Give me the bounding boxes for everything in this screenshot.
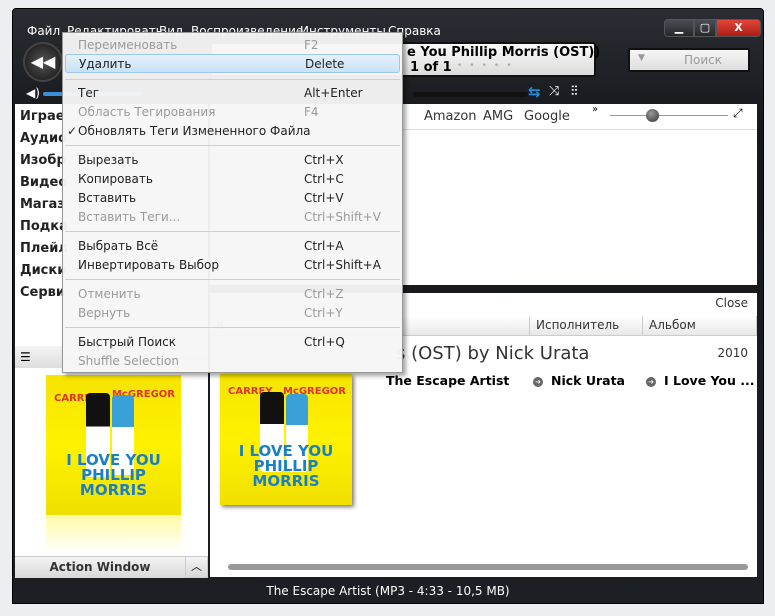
album-art-preview: CARREY McGREGOR I LOVE YOU PHILLIP MORRI… [46, 375, 181, 515]
menu-item-quick-search[interactable]: Быстрый Поиск Ctrl+Q [65, 333, 400, 352]
edit-menu-dropdown: Переименовать F2 Удалить Delete Тег Alt+Ent… [62, 32, 403, 373]
search-box[interactable]: ▼ Поиск [628, 48, 750, 72]
action-window-panel: ☰ CARREY McGREGOR I LOVE YOU PHILLIP MOR… [15, 346, 208, 578]
equalizer-icon[interactable]: ⫶⫶ [571, 84, 578, 99]
tree-item[interactable]: Серви [20, 285, 65, 300]
menu-item-tag-area[interactable]: Область Тегирования F4 [65, 103, 400, 122]
track-album-cell[interactable]: ➔ I Love You ... [646, 373, 755, 388]
tree-item[interactable]: Аудио [20, 131, 67, 146]
menu-separator [65, 145, 400, 146]
rewind-button[interactable]: ◀◀ [23, 42, 63, 82]
menu-item-rename[interactable]: Переименовать F2 [65, 36, 400, 55]
minimize-button[interactable]: ▁ [664, 19, 694, 37]
repeat-icon[interactable]: ⇆ [528, 83, 541, 101]
menu-item-tag[interactable]: Тег Alt+Enter [65, 84, 400, 103]
menu-item-undo[interactable]: Отменить Ctrl+Z [65, 285, 400, 304]
status-bar: The Escape Artist (MP3 - 4:33 - 10,5 MB) [266, 584, 510, 598]
group-title: s (OST) by Nick Urata [396, 343, 590, 364]
album-link-icon[interactable]: ➔ [646, 377, 656, 387]
tree-item[interactable]: Магаз [20, 197, 65, 212]
google-link[interactable]: Google [524, 109, 570, 124]
rating-dots[interactable]: ••••• [457, 61, 519, 71]
amazon-link[interactable]: Amazon [424, 109, 477, 124]
tree-item[interactable]: Плейл [20, 241, 68, 256]
track-artist-cell[interactable]: ➔ Nick Urata [533, 373, 625, 388]
menu-item-paste[interactable]: Вставить Ctrl+V [65, 189, 400, 208]
menu-separator [65, 231, 400, 232]
tree-item[interactable]: Играе [20, 109, 65, 124]
tree-item[interactable]: Видео [20, 175, 67, 190]
tree-item[interactable]: Диски [20, 263, 66, 278]
collapse-icon[interactable]: ︿ [185, 556, 208, 578]
album-art[interactable]: CARREY McGREGOR I LOVE YOU PHILLIP MORRI… [220, 374, 352, 505]
menu-separator [65, 79, 400, 80]
dropdown-icon[interactable]: ▼ [638, 53, 645, 63]
menu-file[interactable]: Файл [27, 24, 60, 38]
horizontal-scrollbar[interactable] [228, 564, 748, 570]
menu-item-copy[interactable]: Копировать Ctrl+C [65, 170, 400, 189]
search-input[interactable]: Поиск [684, 53, 722, 67]
menu-item-invert-selection[interactable]: Инвертировать Выбор Ctrl+Shift+A [65, 256, 400, 275]
menu-item-delete[interactable]: Удалить Delete [65, 54, 400, 73]
track-title: e You Phillip Morris (OST)) [407, 45, 601, 60]
slider-thumb[interactable] [646, 109, 659, 122]
checkmark-icon: ✓ [67, 124, 78, 138]
menu-item-shuffle-selection[interactable]: Shuffle Selection [65, 352, 400, 371]
action-window-button[interactable]: Action Window [15, 556, 185, 578]
menu-item-cut[interactable]: Вырезать Ctrl+X [65, 151, 400, 170]
playlist-position: 1 of 1 [410, 60, 452, 75]
menu-item-update-tags[interactable]: ✓ Обновлять Теги Измененного Файла [65, 122, 400, 141]
maximize-button[interactable]: ▢ [694, 19, 716, 37]
group-year: 2010 [717, 346, 748, 360]
menu-separator [65, 327, 400, 328]
volume-icon[interactable]: ◀) [26, 86, 40, 100]
column-artist[interactable]: Исполнитель [530, 316, 643, 336]
column-album[interactable]: Альбом [643, 316, 757, 336]
zoom-slider[interactable] [610, 115, 728, 116]
close-button[interactable]: X [716, 19, 761, 37]
amg-link[interactable]: AMG [483, 109, 513, 124]
more-icon[interactable]: » [592, 104, 598, 115]
menu-item-redo[interactable]: Вернуть Ctrl+Y [65, 304, 400, 323]
menu-item-paste-tags[interactable]: Вставить Теги... Ctrl+Shift+V [65, 208, 400, 227]
close-link[interactable]: Close [715, 296, 748, 310]
menu-item-select-all[interactable]: Выбрать Всё Ctrl+A [65, 237, 400, 256]
artist-link-icon[interactable]: ➔ [533, 377, 543, 387]
shuffle-icon[interactable]: ⤨ [549, 84, 559, 99]
tree-item[interactable]: Изобр [20, 153, 66, 168]
tree-item[interactable]: Подка [20, 219, 68, 234]
seek-bar[interactable] [413, 92, 528, 97]
art-reflection [46, 515, 181, 553]
fullscreen-icon[interactable]: ⤢ [733, 106, 743, 121]
menu-separator [65, 279, 400, 280]
list-view-icon[interactable]: ☰ [20, 350, 31, 364]
track-title-cell[interactable]: The Escape Artist [386, 373, 509, 388]
